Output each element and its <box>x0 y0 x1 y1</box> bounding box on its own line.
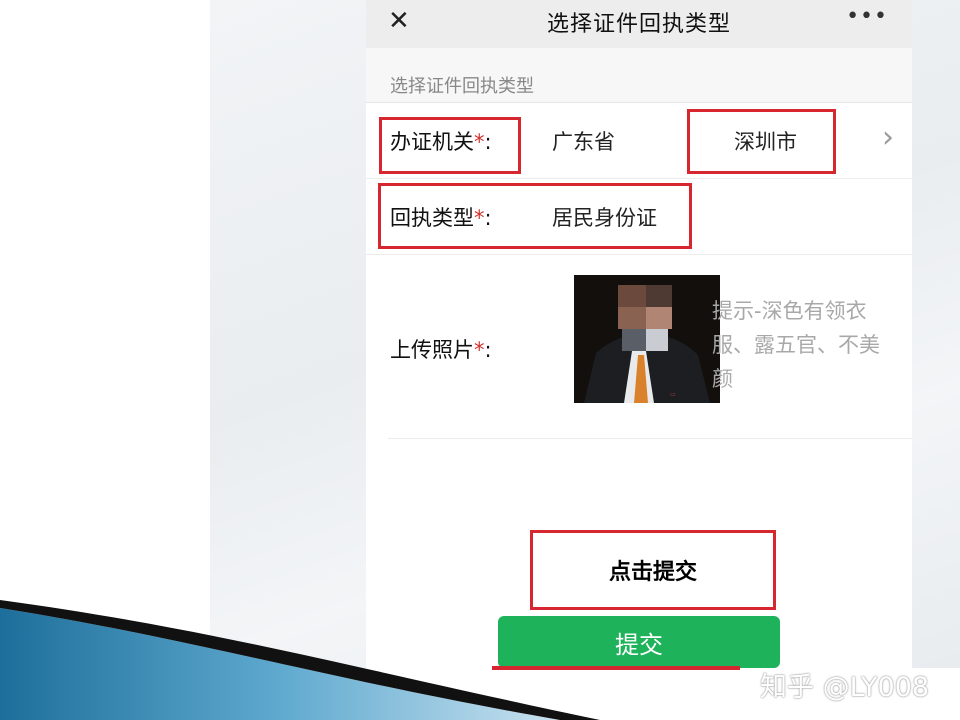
required-mark: * <box>474 338 485 362</box>
highlight-receipt-type <box>378 183 692 249</box>
label-colon: : <box>484 338 492 362</box>
photo-hint: 提示-深色有领衣服、露五官、不美颜 <box>712 299 880 391</box>
uploaded-photo[interactable]: ▭ <box>574 275 720 403</box>
highlight-underline <box>492 666 740 670</box>
annotation-text: 点击提交 <box>608 559 697 585</box>
annotation-click-submit: 点击提交 <box>530 530 776 610</box>
watermark: 知乎 @LY008 <box>760 672 930 703</box>
submit-button[interactable]: 提交 <box>498 616 780 668</box>
photo-label: 上传照片 <box>390 338 474 362</box>
page-title: 选择证件回执类型 <box>546 12 731 37</box>
section-header-label: 选择证件回执类型 <box>390 76 534 97</box>
highlight-authority-label <box>379 117 521 174</box>
photo-row: 上传照片*: ▭ 提示-深色有领衣服、露五官、不美颜 <box>388 254 912 439</box>
title-bar: ✕ 选择证件回执类型 ••• <box>366 0 912 48</box>
section-header: 选择证件回执类型 <box>366 48 912 103</box>
chevron-right-icon[interactable]: › <box>882 120 894 155</box>
portrait-image: ▭ <box>574 275 720 403</box>
photo-label-group: 上传照片*: <box>390 334 492 364</box>
svg-text:▭: ▭ <box>670 391 676 398</box>
submit-button-label: 提交 <box>615 630 663 659</box>
province-value[interactable]: 广东省 <box>552 126 615 156</box>
more-icon[interactable]: ••• <box>846 4 888 29</box>
highlight-city <box>687 109 836 174</box>
